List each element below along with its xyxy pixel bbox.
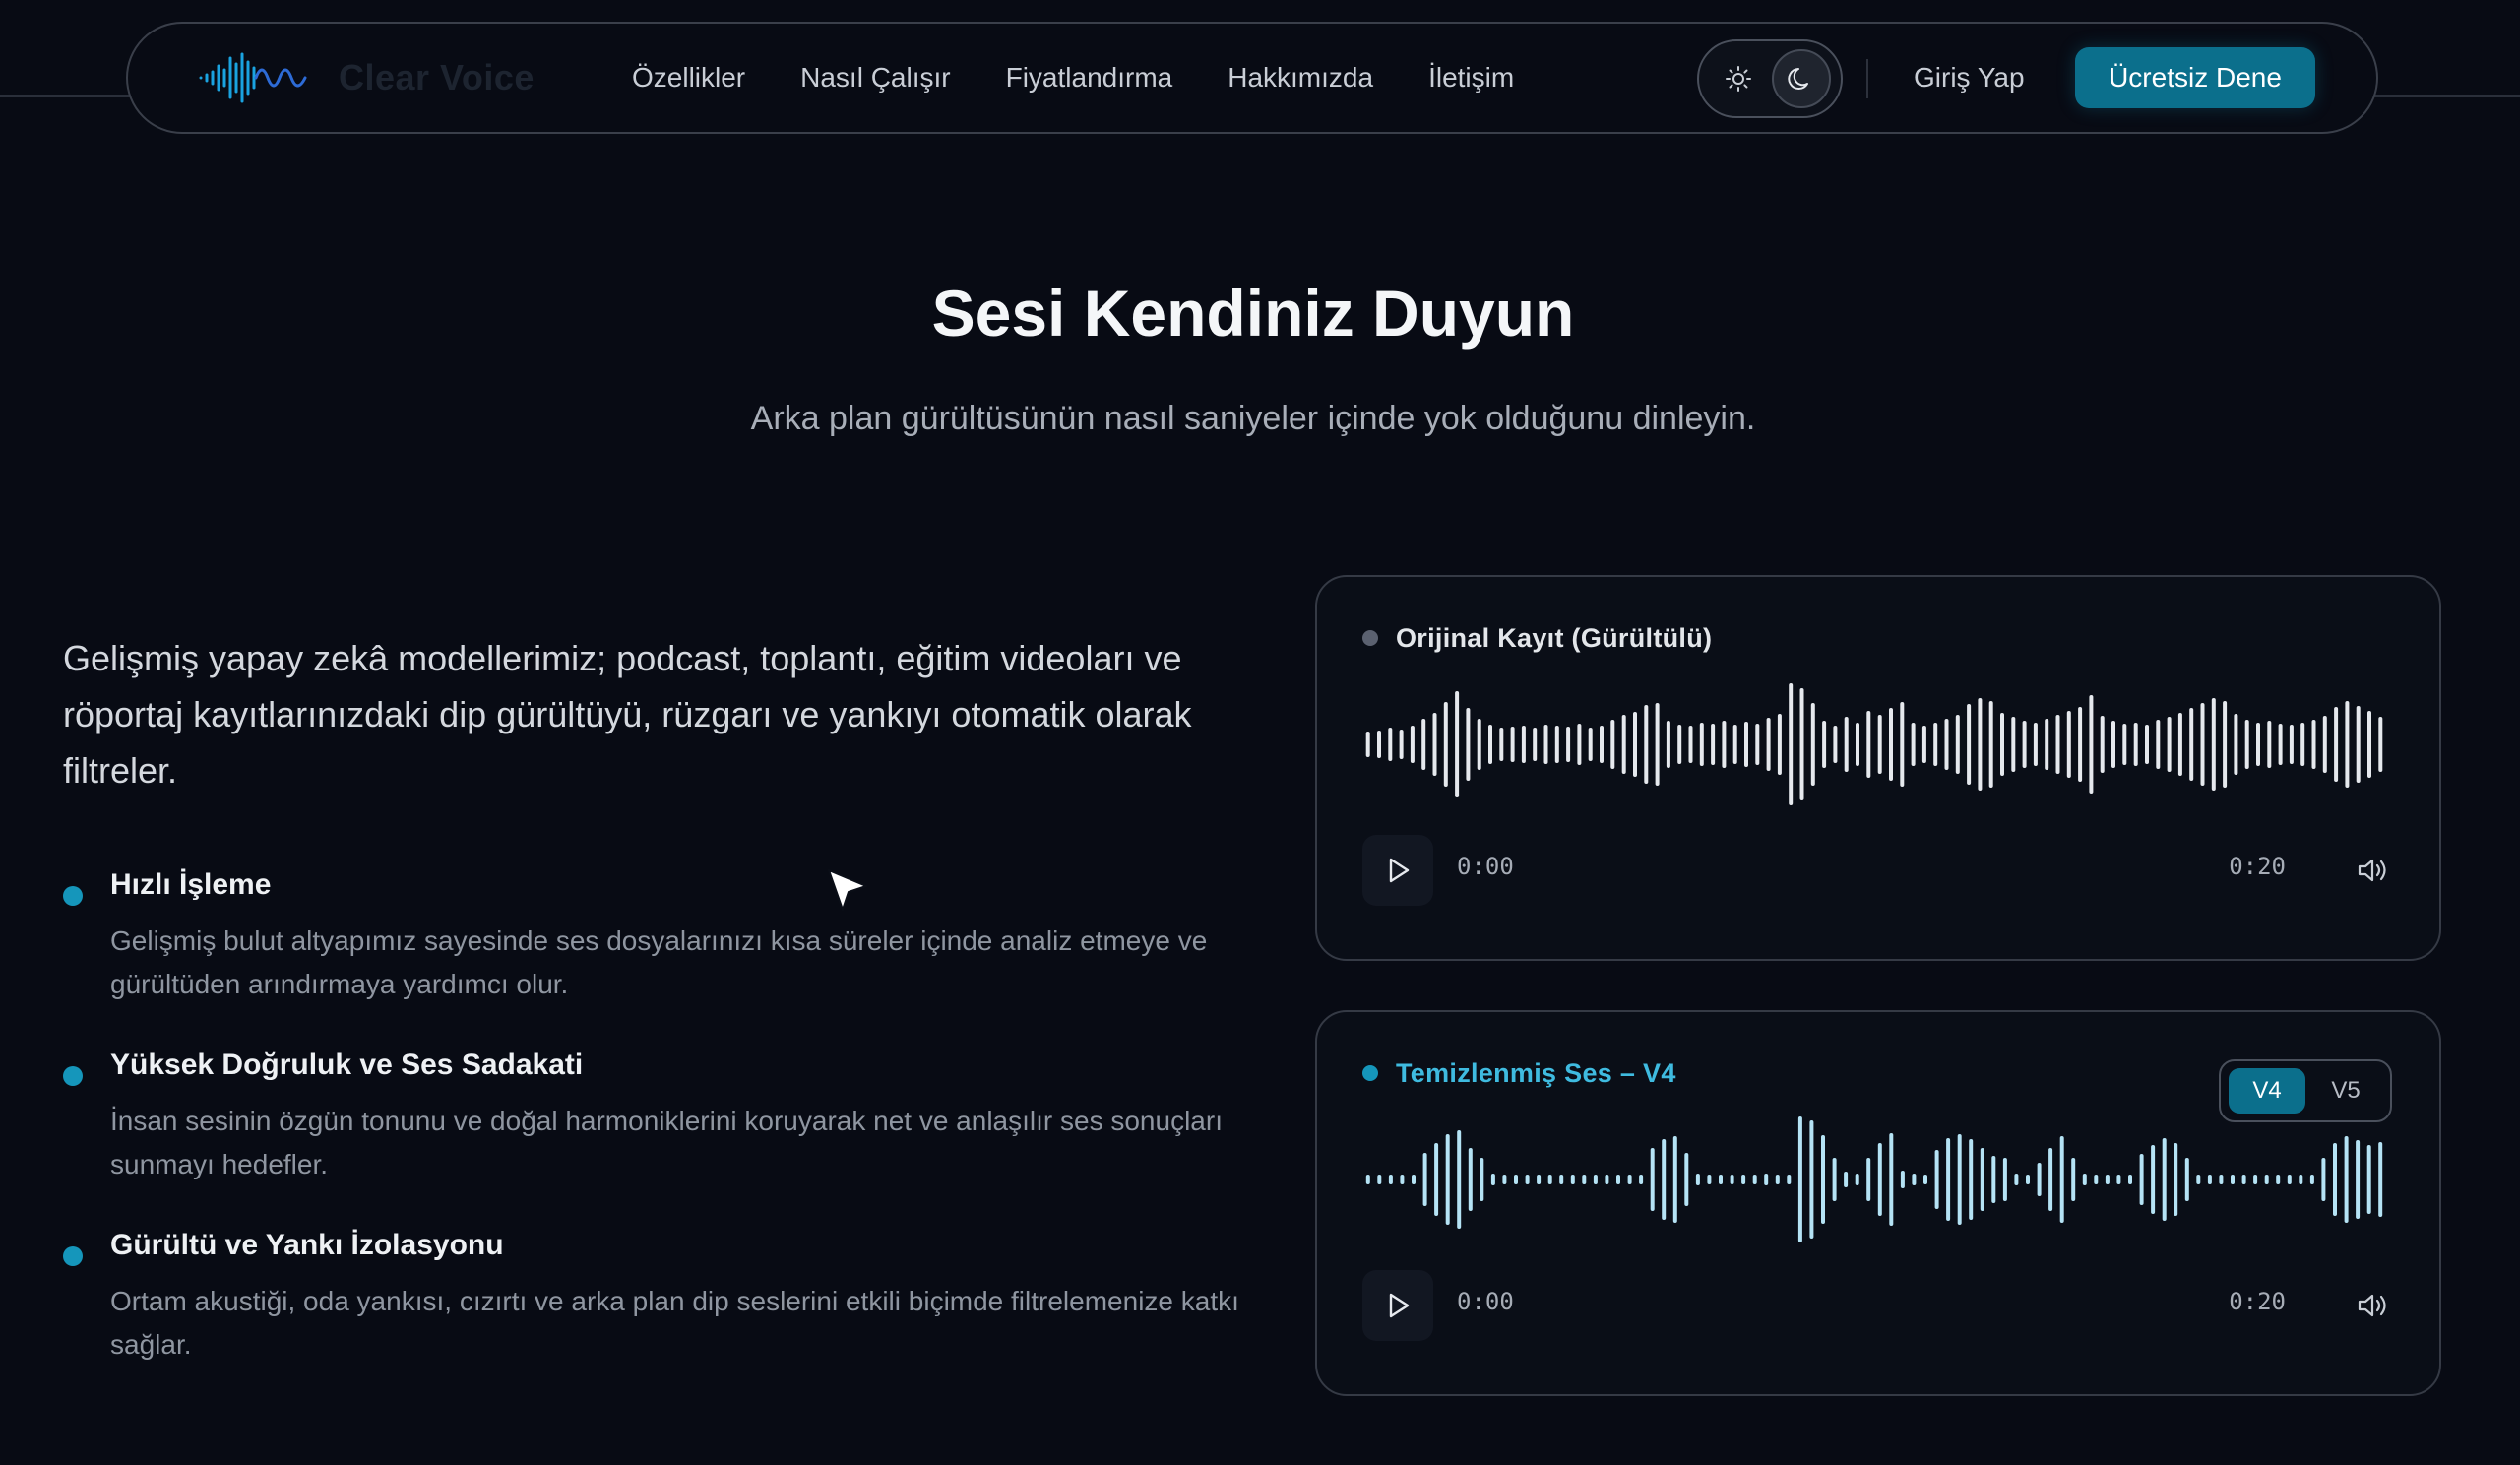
total-duration: 0:20	[2229, 853, 2286, 880]
nav-link-contact[interactable]: İletişim	[1428, 62, 1514, 94]
play-button[interactable]	[1362, 835, 1433, 906]
player-label: Temizlenmiş Ses – V4	[1396, 1057, 1676, 1088]
light-theme-button[interactable]	[1709, 49, 1768, 108]
volume-icon	[2358, 859, 2386, 882]
nav-link-pricing[interactable]: Fiyatlandırma	[1006, 62, 1173, 94]
page-subtitle: Arka plan gürültüsünün nasıl saniyeler i…	[750, 400, 1756, 437]
play-button[interactable]	[1362, 1270, 1433, 1341]
player-header: Orijinal Kayıt (Gürültülü)	[1362, 618, 1712, 658]
nav-link-features[interactable]: Özellikler	[632, 62, 745, 94]
version-v5-button[interactable]: V5	[2307, 1068, 2384, 1114]
brand-name: Clear Voice	[339, 57, 535, 97]
bullet-dot-icon	[63, 886, 83, 906]
navbar: Clear Voice Özellikler Nasıl Çalışır Fiy…	[126, 22, 2378, 134]
feature-title: Hızlı İşleme	[110, 868, 272, 901]
total-duration: 0:20	[2229, 1288, 2286, 1315]
version-v4-button[interactable]: V4	[2229, 1068, 2305, 1114]
nav-links: Özellikler Nasıl Çalışır Fiyatlandırma H…	[632, 24, 1514, 132]
dark-theme-button[interactable]	[1772, 49, 1831, 108]
feature-description: İnsan sesinin özgün tonunu ve doğal harm…	[110, 1106, 1223, 1179]
player-controls: 0:00 0:20	[1362, 1270, 2396, 1345]
play-icon	[1389, 858, 1410, 883]
soundwave-logo-icon	[199, 52, 307, 103]
page-title: Sesi Kendiniz Duyun	[931, 277, 1575, 350]
cleaned-waveform[interactable]	[1362, 1111, 2386, 1248]
moon-icon	[1788, 68, 1808, 90]
nav-link-how-it-works[interactable]: Nasıl Çalışır	[800, 62, 950, 94]
player-controls: 0:00 0:20	[1362, 835, 2396, 910]
volume-button[interactable]	[2349, 1282, 2396, 1329]
feature-description: Gelişmiş bulut altyapımız sayesinde ses …	[110, 925, 1208, 999]
volume-button[interactable]	[2349, 847, 2396, 894]
mouse-cursor-icon	[828, 869, 867, 911]
bullet-dot-icon	[63, 1246, 83, 1266]
original-waveform[interactable]	[1362, 675, 2386, 813]
current-time: 0:00	[1457, 1288, 1514, 1315]
intro-paragraph: Gelişmiş yapay zekâ modellerimiz; podcas…	[63, 638, 1192, 791]
feature-title: Gürültü ve Yankı İzolasyonu	[110, 1229, 504, 1261]
nav-vertical-divider	[1866, 59, 1868, 98]
original-audio-player: Orijinal Kayıt (Gürültülü) 0:00 0:20	[1315, 575, 2441, 961]
status-dot-icon	[1362, 630, 1378, 646]
bullet-dot-icon	[63, 1066, 83, 1086]
cleaned-audio-player: Temizlenmiş Ses – V4 V4 V5 0:00 0:20	[1315, 1010, 2441, 1396]
brand[interactable]: Clear Voice	[197, 24, 535, 132]
nav-link-about[interactable]: Hakkımızda	[1228, 62, 1373, 94]
login-link[interactable]: Giriş Yap	[1914, 24, 2025, 132]
volume-icon	[2358, 1294, 2386, 1317]
status-dot-icon	[1362, 1065, 1378, 1081]
feature-title: Yüksek Doğruluk ve Ses Sadakati	[110, 1049, 584, 1081]
free-trial-button[interactable]: Ücretsiz Dene	[2075, 47, 2315, 108]
current-time: 0:00	[1457, 853, 1514, 880]
theme-switch	[1697, 39, 1843, 118]
sun-icon	[1726, 66, 1751, 92]
feature-description: Ortam akustiği, oda yankısı, cızırtı ve …	[110, 1286, 1239, 1360]
play-icon	[1389, 1293, 1410, 1318]
player-label: Orijinal Kayıt (Gürültülü)	[1396, 622, 1713, 653]
player-header: Temizlenmiş Ses – V4	[1362, 1053, 1676, 1093]
